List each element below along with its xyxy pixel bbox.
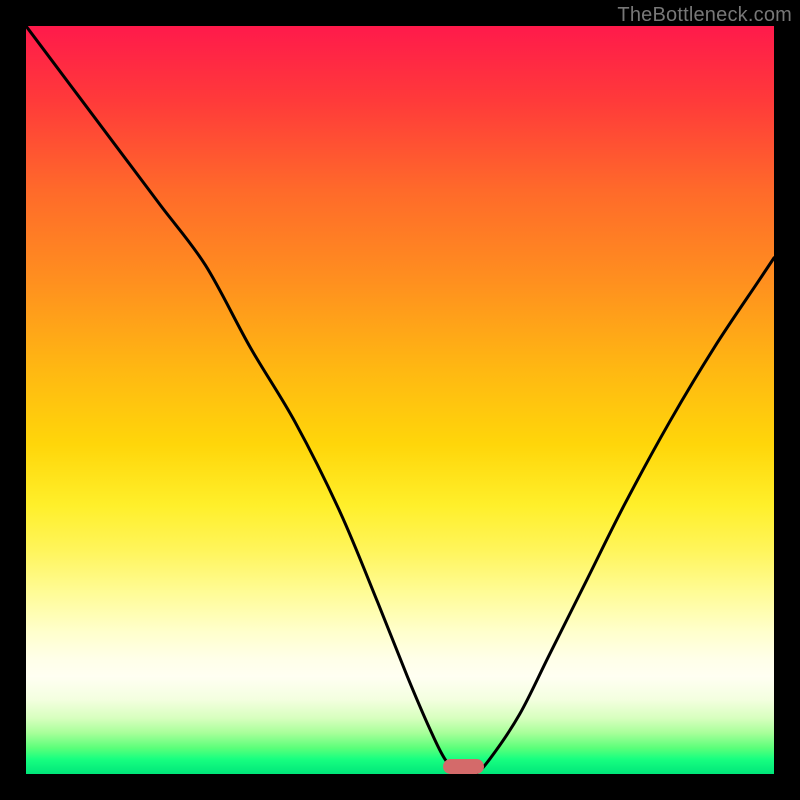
- watermark-text: TheBottleneck.com: [617, 4, 792, 27]
- plot-area: [26, 26, 774, 774]
- curve-path: [26, 26, 774, 774]
- chart-frame: TheBottleneck.com: [0, 0, 800, 800]
- bottleneck-curve: [26, 26, 774, 774]
- optimum-marker: [443, 759, 484, 774]
